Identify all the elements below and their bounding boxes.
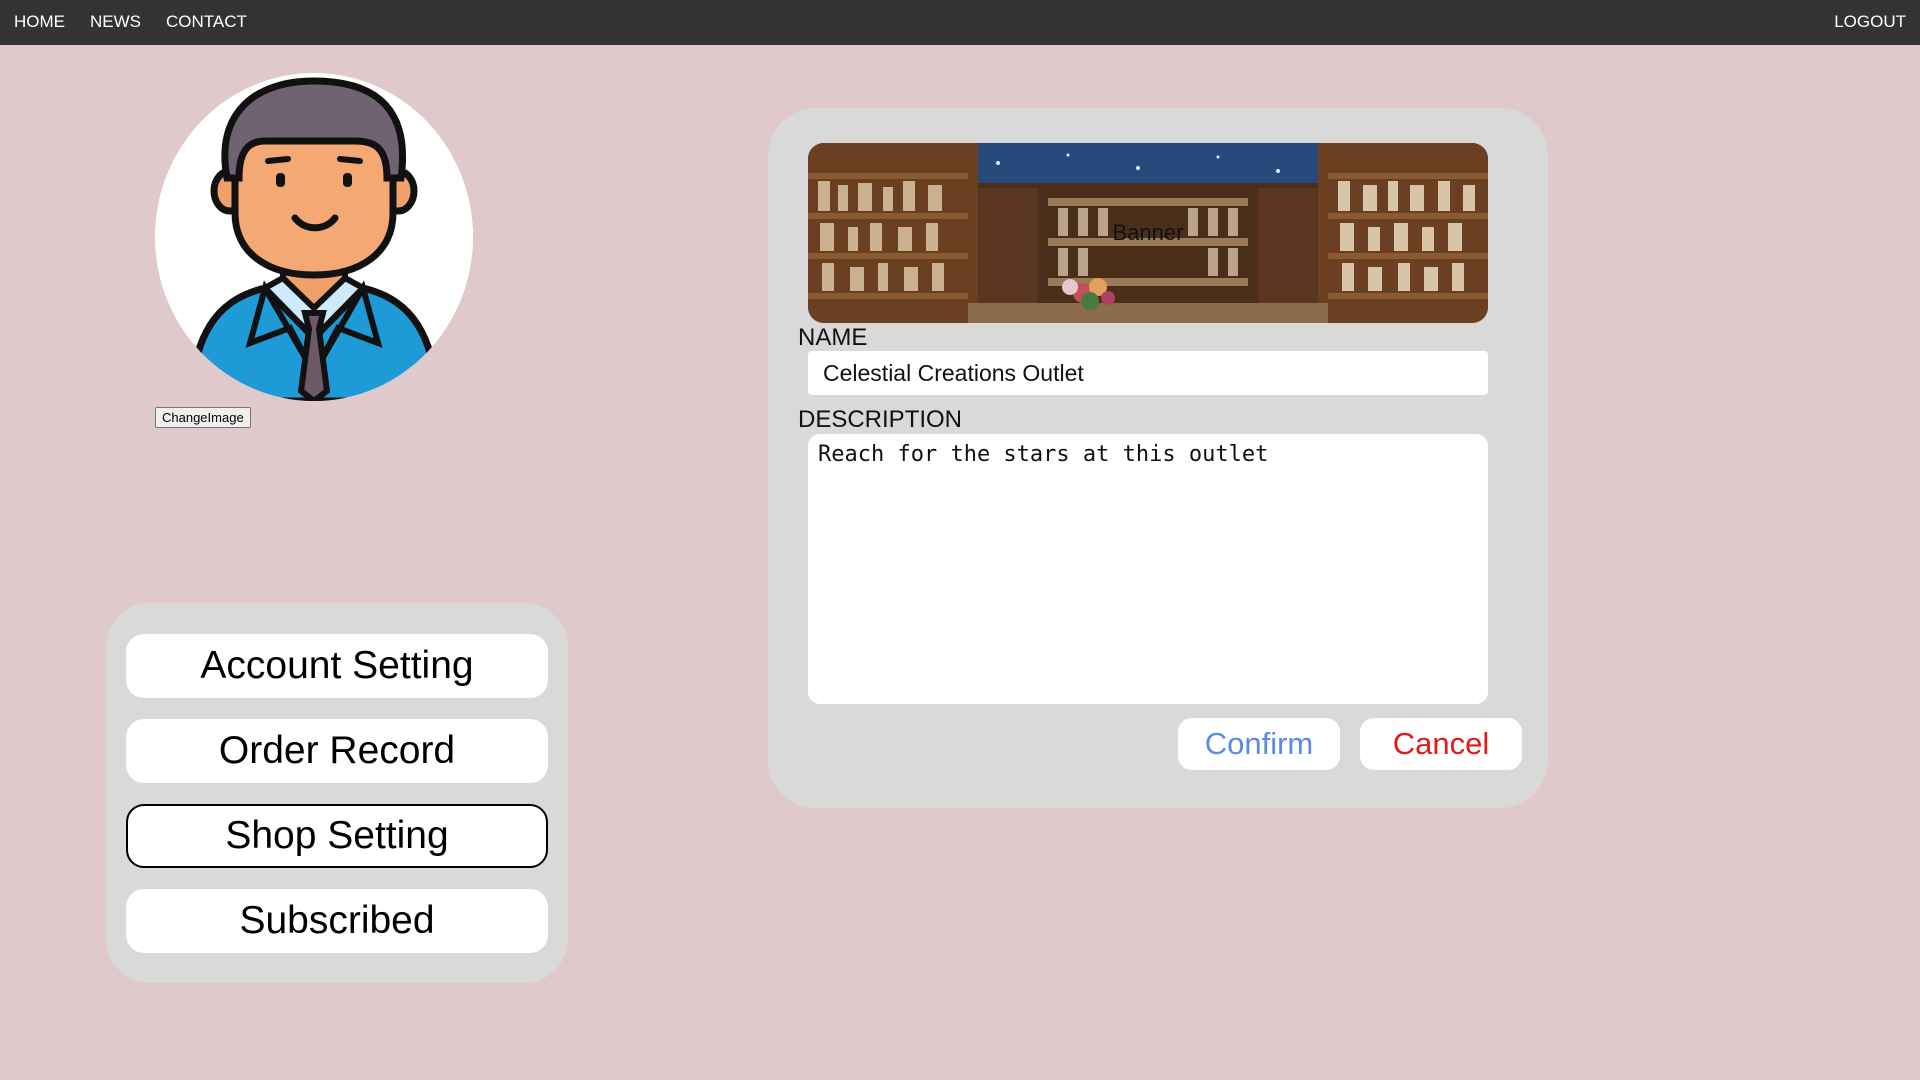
menu-order-record-button[interactable]: Order Record	[126, 719, 548, 783]
avatar	[155, 73, 473, 401]
side-menu: Account Setting Order Record Shop Settin…	[106, 603, 568, 983]
nav-contact-link[interactable]: CONTACT	[166, 12, 247, 32]
top-nav-bar: HOME NEWS CONTACT LOGOUT	[0, 0, 1920, 45]
page: HOME NEWS CONTACT LOGOUT ChangeImage Acc…	[0, 0, 1920, 1080]
nav-logout-link[interactable]: LOGOUT	[1834, 12, 1906, 32]
menu-account-setting-button[interactable]: Account Setting	[126, 634, 548, 698]
name-label: NAME	[798, 324, 868, 351]
nav-news-link[interactable]: NEWS	[90, 12, 141, 32]
shop-name-input[interactable]: Celestial Creations Outlet	[808, 351, 1488, 395]
nav-home-link[interactable]: HOME	[14, 12, 65, 32]
description-label: DESCRIPTION	[798, 406, 963, 433]
menu-subscribed-button[interactable]: Subscribed	[126, 889, 548, 953]
change-image-button[interactable]: ChangeImage	[155, 407, 251, 428]
shop-setting-panel: Banner NAME Celestial Creations Outlet D…	[768, 108, 1548, 808]
confirm-button[interactable]: Confirm	[1178, 718, 1340, 770]
menu-shop-setting-button[interactable]: Shop Setting	[126, 804, 548, 868]
shop-banner-image[interactable]: Banner	[808, 143, 1488, 323]
cancel-button[interactable]: Cancel	[1360, 718, 1522, 770]
businessman-avatar-icon	[155, 77, 473, 401]
shop-description-textarea[interactable]: Reach for the stars at this outlet	[808, 434, 1488, 704]
banner-alt-text: Banner	[1112, 220, 1184, 245]
